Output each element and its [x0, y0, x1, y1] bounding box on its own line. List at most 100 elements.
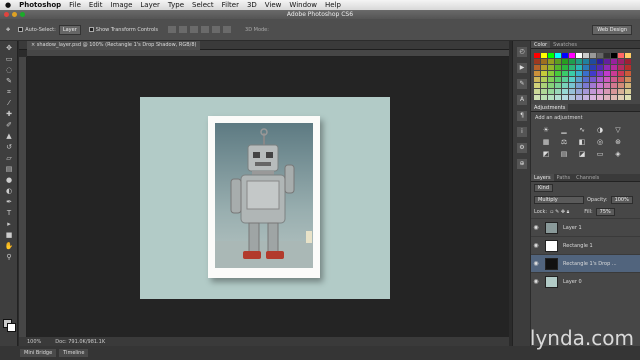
swatch-cell[interactable]	[541, 59, 547, 64]
path-select-icon[interactable]: ▸	[4, 220, 14, 228]
exposure-icon[interactable]: ◑	[595, 126, 605, 134]
info-icon[interactable]: i	[517, 127, 527, 137]
swatch-cell[interactable]	[618, 53, 624, 58]
swatch-cell[interactable]	[583, 77, 589, 82]
swatch-cell[interactable]	[590, 71, 596, 76]
type-icon[interactable]: T	[4, 209, 14, 217]
swatch-cell[interactable]	[541, 77, 547, 82]
swatch-cell[interactable]	[597, 65, 603, 70]
blend-mode-dropdown[interactable]: Multiply	[534, 196, 584, 204]
swatch-cell[interactable]	[611, 83, 617, 88]
swatch-cell[interactable]	[590, 95, 596, 100]
swatch-cell[interactable]	[576, 53, 582, 58]
swatch-cell[interactable]	[562, 53, 568, 58]
swatch-cell[interactable]	[618, 89, 624, 94]
swatch-cell[interactable]	[590, 65, 596, 70]
zoom-tool-icon[interactable]: ⚲	[4, 253, 14, 261]
swatch-cell[interactable]	[576, 65, 582, 70]
curves-icon[interactable]: ∿	[577, 126, 587, 134]
ruler-horizontal[interactable]	[27, 50, 509, 57]
swatch-cell[interactable]	[611, 53, 617, 58]
swatch-cell[interactable]	[583, 71, 589, 76]
align-center-icon[interactable]	[212, 26, 221, 33]
visibility-eye-icon[interactable]: ◉	[531, 260, 541, 267]
stamp-icon[interactable]: ▲	[4, 132, 14, 140]
menu-layer[interactable]: Layer	[140, 1, 160, 9]
brush-icon[interactable]: ✐	[4, 121, 14, 129]
swatch-cell[interactable]	[534, 65, 540, 70]
swatch-cell[interactable]	[562, 89, 568, 94]
tab-channels[interactable]: Channels	[573, 174, 602, 181]
swatch-cell[interactable]	[555, 59, 561, 64]
swatch-cell[interactable]	[534, 95, 540, 100]
align-bottom-icon[interactable]	[190, 26, 199, 33]
gradient-map-icon[interactable]: ▭	[595, 150, 605, 158]
swatch-cell[interactable]	[611, 59, 617, 64]
menu-3d[interactable]: 3D	[247, 1, 257, 9]
swatch-cell[interactable]	[618, 83, 624, 88]
align-right-icon[interactable]	[223, 26, 232, 33]
swatch-cell[interactable]	[583, 65, 589, 70]
swatch-cell[interactable]	[604, 89, 610, 94]
swatch-cell[interactable]	[562, 83, 568, 88]
levels-icon[interactable]: ▁	[559, 126, 569, 134]
menu-image[interactable]: Image	[110, 1, 132, 9]
swatch-cell[interactable]	[555, 71, 561, 76]
layer-row[interactable]: ◉ Rectangle 1's Drop ...	[531, 254, 640, 272]
swatch-cell[interactable]	[604, 65, 610, 70]
tab-mini-bridge[interactable]: Mini Bridge	[20, 349, 57, 357]
swatch-cell[interactable]	[576, 83, 582, 88]
swatch-cell[interactable]	[597, 89, 603, 94]
swatch-cell[interactable]	[548, 83, 554, 88]
swatch-cell[interactable]	[569, 71, 575, 76]
channel-mixer-icon[interactable]: ⊛	[613, 138, 623, 146]
swatch-cell[interactable]	[534, 53, 540, 58]
swatch-cell[interactable]	[562, 77, 568, 82]
photo-frame[interactable]	[208, 116, 320, 278]
lasso-icon[interactable]: ◌	[4, 66, 14, 74]
eraser-icon[interactable]: ▱	[4, 154, 14, 162]
swatch-cell[interactable]	[590, 89, 596, 94]
character-icon[interactable]: A	[517, 95, 527, 105]
swatch-cell[interactable]	[548, 71, 554, 76]
auto-select-dropdown[interactable]: Layer	[58, 24, 81, 35]
workspace-dropdown[interactable]: Web Design	[592, 25, 632, 35]
swatch-cell[interactable]	[604, 83, 610, 88]
vibrance-icon[interactable]: ▽	[613, 126, 623, 134]
swatch-cell[interactable]	[562, 65, 568, 70]
swatch-cell[interactable]	[611, 95, 617, 100]
brush-presets-icon[interactable]: ✎	[517, 79, 527, 89]
swatch-cell[interactable]	[618, 77, 624, 82]
swatch-cell[interactable]	[597, 95, 603, 100]
swatch-cell[interactable]	[597, 83, 603, 88]
swatch-cell[interactable]	[590, 59, 596, 64]
transform-controls-checkbox[interactable]	[88, 27, 94, 32]
lock-icons[interactable]: ▫ ✎ ✥ 🔒︎	[550, 209, 569, 215]
align-left-icon[interactable]	[201, 26, 210, 33]
tab-color[interactable]: Color	[531, 41, 551, 48]
zoom-icon[interactable]	[20, 12, 25, 17]
healing-icon[interactable]: ✚	[4, 110, 14, 118]
swatch-cell[interactable]	[597, 59, 603, 64]
swatch-cell[interactable]	[576, 59, 582, 64]
swatch-cell[interactable]	[548, 89, 554, 94]
paragraph-icon[interactable]: ¶	[517, 111, 527, 121]
align-middle-icon[interactable]	[179, 26, 188, 33]
marquee-icon[interactable]: ▭	[4, 55, 14, 63]
swatch-cell[interactable]	[548, 53, 554, 58]
swatch-cell[interactable]	[604, 59, 610, 64]
pen-icon[interactable]: ✒	[4, 198, 14, 206]
swatch-cell[interactable]	[576, 95, 582, 100]
history-icon[interactable]: ◴	[517, 47, 527, 57]
dodge-icon[interactable]: ◐	[4, 187, 14, 195]
swatch-cell[interactable]	[625, 77, 631, 82]
swatch-cell[interactable]	[562, 95, 568, 100]
swatch-cell[interactable]	[548, 65, 554, 70]
apple-icon[interactable]: ●	[5, 1, 11, 9]
swatch-cell[interactable]	[548, 59, 554, 64]
zoom-level[interactable]: 100%	[27, 339, 41, 345]
history-brush-icon[interactable]: ↺	[4, 143, 14, 151]
invert-icon[interactable]: ◩	[541, 150, 551, 158]
move-tool-icon[interactable]: ✥	[6, 27, 10, 33]
swatch-cell[interactable]	[555, 77, 561, 82]
